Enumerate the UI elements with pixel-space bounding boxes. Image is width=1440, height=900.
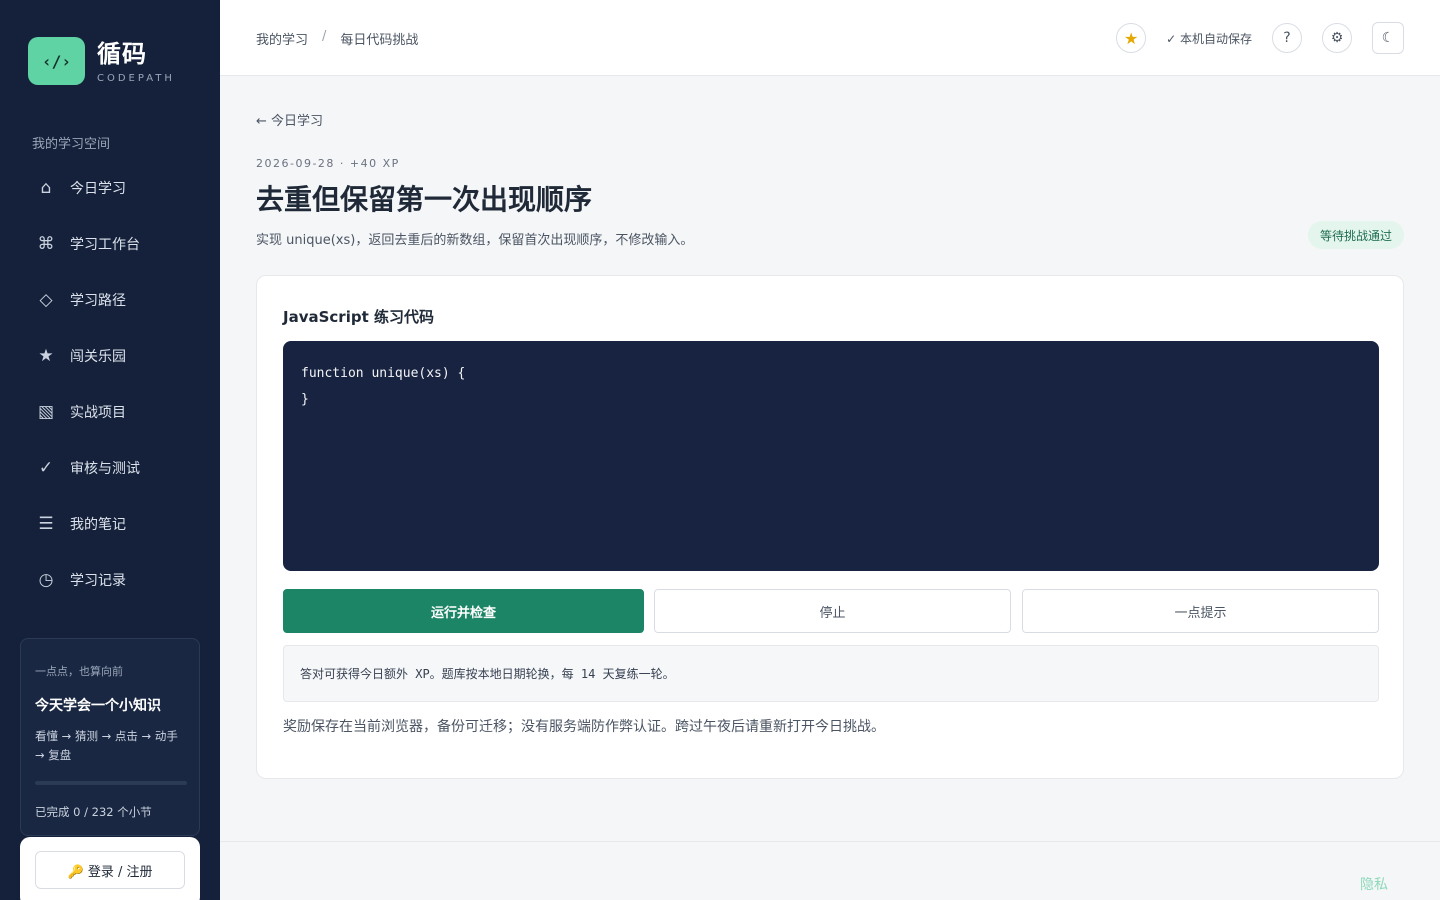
sidebar-item-notes[interactable]: ☰ 我的笔记: [20, 496, 200, 552]
progress-text: 已完成 0 / 232 个小节: [35, 805, 152, 819]
reward-notice: 答对可获得今日额外 XP。题库按本地日期轮换，每 14 天复练一轮。: [283, 645, 1379, 702]
brand[interactable]: ‹/› 循码 CODEPATH: [28, 37, 175, 85]
home-icon: ⌂: [40, 178, 52, 198]
sidebar-heading: 我的学习空间: [32, 137, 111, 152]
login-button[interactable]: 🔑 登录 / 注册: [35, 851, 185, 889]
sidebar-item-label: 今日学习: [70, 181, 126, 197]
reward-notice-text: 答对可获得今日额外 XP。题库按本地日期轮换，每 14 天复练一轮。: [300, 667, 675, 681]
code-logo-icon: ‹/›: [28, 37, 85, 85]
brand-name: 循码: [97, 39, 147, 68]
theme-toggle-icon[interactable]: ☾: [1372, 22, 1404, 54]
sidebar-item-game[interactable]: ★ 闯关乐园: [20, 328, 200, 384]
top-bar: 我的学习 / 每日代码挑战 ★ ✓ 本机自动保存 ? ⚙ ☾: [220, 0, 1440, 76]
sidebar-item-projects[interactable]: ▧ 实战项目: [20, 384, 200, 440]
diamond-icon: ◇: [39, 290, 53, 310]
card-title: JavaScript 练习代码: [283, 308, 434, 326]
privacy-link[interactable]: 隐私: [1360, 874, 1388, 894]
star-icon[interactable]: ★: [1116, 23, 1147, 53]
clock-icon: ◷: [38, 570, 54, 590]
brand-subtitle: CODEPATH: [97, 72, 175, 84]
sidebar-item-label: 闯关乐园: [70, 349, 126, 365]
sidebar-item-review[interactable]: ✓ 审核与测试: [20, 440, 200, 496]
help-icon[interactable]: ?: [1272, 23, 1302, 53]
hatch-icon: ▧: [37, 402, 55, 422]
login-panel: 🔑 登录 / 注册: [20, 837, 200, 900]
footnote: 奖励保存在当前浏览器，备份可迁移；没有服务端防作弊认证。跨过午夜后请重新打开今日…: [283, 719, 885, 735]
sidebar-item-label: 审核与测试: [70, 461, 140, 477]
footer: 隐私: [220, 841, 1440, 900]
breadcrumb-separator: /: [322, 29, 327, 44]
hint-button[interactable]: 一点提示: [1022, 589, 1379, 633]
back-link[interactable]: ← 今日学习: [256, 110, 323, 129]
stop-button[interactable]: 停止: [654, 589, 1011, 633]
breadcrumb-item-my-learning[interactable]: 我的学习: [256, 29, 308, 48]
breadcrumb-item-daily-challenge: 每日代码挑战: [340, 33, 419, 48]
notes-icon: ☰: [38, 514, 54, 534]
sidebar-item-workbench[interactable]: ⌘ 学习工作台: [20, 216, 200, 272]
sidebar-nav: ⌂ 今日学习 ⌘ 学习工作台 ◇ 学习路径 ★ 闯关乐园 ▧ 实战项目 ✓ 审核…: [20, 160, 200, 608]
command-icon: ⌘: [37, 234, 55, 254]
settings-icon[interactable]: ⚙: [1322, 23, 1352, 53]
tip-title: 今天学会一个小知识: [35, 698, 161, 714]
sidebar-item-today[interactable]: ⌂ 今日学习: [20, 160, 200, 216]
sidebar-item-label: 学习记录: [70, 573, 126, 589]
action-buttons: 运行并检查 停止 一点提示: [283, 589, 1379, 633]
sidebar-item-label: 学习工作台: [70, 237, 140, 253]
sidebar-item-history[interactable]: ◷ 学习记录: [20, 552, 200, 608]
check-icon: ✓: [38, 458, 54, 478]
sidebar-item-path[interactable]: ◇ 学习路径: [20, 272, 200, 328]
progress-bar: [35, 781, 187, 785]
header-actions: ★ ✓ 本机自动保存 ? ⚙ ☾: [1116, 22, 1404, 54]
status-badge: 等待挑战通过: [1308, 221, 1405, 249]
sidebar-item-label: 我的笔记: [70, 517, 126, 533]
challenge-meta: 2026-09-28 · +40 XP: [256, 157, 400, 170]
code-editor[interactable]: function unique(xs) { }: [283, 341, 1379, 571]
tip-card: 一点点，也算向前 今天学会一个小知识 看懂 → 猜测 → 点击 → 动手 → 复…: [20, 638, 200, 836]
tip-kicker: 一点点，也算向前: [35, 665, 123, 678]
sidebar-item-label: 学习路径: [70, 293, 126, 309]
run-check-button[interactable]: 运行并检查: [283, 589, 644, 633]
breadcrumb: 我的学习 / 每日代码挑战: [256, 29, 418, 48]
star-icon: ★: [38, 346, 54, 366]
sidebar-item-label: 实战项目: [70, 405, 126, 421]
page-description: 实现 unique(xs)，返回去重后的新数组，保留首次出现顺序，不修改输入。: [256, 233, 694, 248]
page-title: 去重但保留第一次出现顺序: [256, 183, 593, 216]
sidebar: ‹/› 循码 CODEPATH 我的学习空间 ⌂ 今日学习 ⌘ 学习工作台 ◇ …: [0, 0, 220, 900]
tip-description: 看懂 → 猜测 → 点击 → 动手 → 复盘: [35, 729, 178, 762]
challenge-card: JavaScript 练习代码 function unique(xs) { } …: [256, 275, 1404, 779]
autosave-status: ✓ 本机自动保存: [1166, 31, 1252, 46]
